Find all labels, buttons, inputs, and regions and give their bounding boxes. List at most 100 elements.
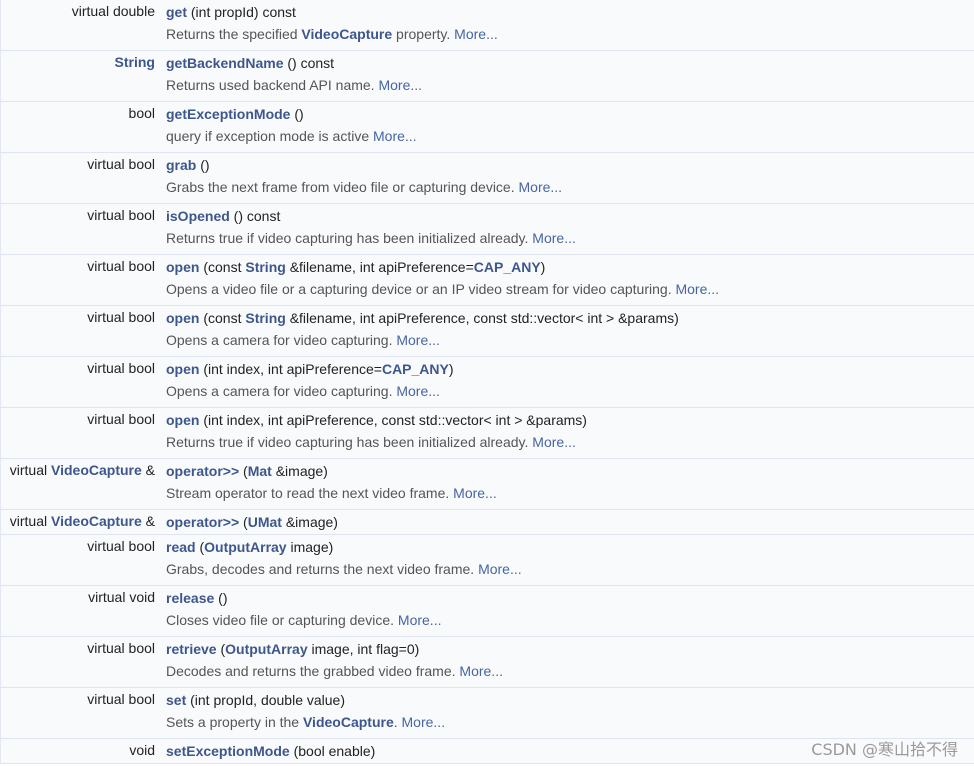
member-detail: operator>> (UMat &image)	[160, 510, 974, 534]
member-detail: getBackendName () const Returns used back…	[160, 51, 974, 101]
more-link[interactable]: More...	[398, 612, 442, 628]
member-detail: open (int index, int apiPreference=CAP_A…	[160, 357, 974, 407]
signature-link[interactable]: open	[166, 259, 199, 275]
member-row: String getBackendName () const Returns use…	[0, 51, 974, 102]
return-type-link[interactable]: String	[115, 54, 155, 70]
member-row: virtual bool isOpened () const Returns tru…	[0, 204, 974, 255]
watermark: CSDN @寒山拾不得	[811, 740, 958, 759]
return-type-link[interactable]: VideoCapture	[51, 513, 142, 529]
more-link[interactable]: More...	[396, 332, 440, 348]
member-detail: getExceptionMode () query if exception mo…	[160, 102, 974, 152]
return-type-text: virtual bool	[87, 411, 155, 427]
more-link[interactable]: More...	[396, 383, 440, 399]
description-text: Returns used backend API name.	[166, 77, 379, 93]
signature-link[interactable]: getBackendName	[166, 55, 284, 71]
description-text: Stream operator to read the next video f…	[166, 485, 454, 501]
member-row: virtual bool open (const String &filename…	[0, 306, 974, 357]
member-signature: open (int index, int apiPreference=CAP_A…	[166, 360, 974, 380]
more-link[interactable]: More...	[373, 128, 417, 144]
return-type-text: virtual double	[71, 3, 155, 19]
signature-text: () const	[283, 55, 335, 71]
signature-link[interactable]: operator>>	[166, 463, 239, 479]
description-link[interactable]: VideoCapture	[301, 26, 392, 42]
return-type-link[interactable]: VideoCapture	[51, 462, 142, 478]
signature-text: ()	[196, 157, 210, 173]
member-row: virtual bool grab () Grabs the next frame …	[0, 153, 974, 204]
signature-link[interactable]: isOpened	[166, 208, 230, 224]
description-text: Decodes and returns the grabbed video fr…	[166, 663, 460, 679]
description-link[interactable]: VideoCapture	[303, 714, 394, 730]
member-description: Grabs, decodes and returns the next vide…	[166, 558, 974, 580]
signature-link[interactable]: grab	[166, 157, 196, 173]
member-row: virtual bool open (int index, int apiPref…	[0, 408, 974, 459]
member-signature: release ()	[166, 589, 974, 609]
signature-text: )	[448, 361, 454, 377]
signature-link[interactable]: String	[245, 259, 285, 275]
signature-link[interactable]: setExceptionMode	[166, 743, 290, 759]
member-detail: set (int propId, double value) Sets a pro…	[160, 688, 974, 738]
signature-link[interactable]: getExceptionMode	[166, 106, 290, 122]
signature-link[interactable]: release	[166, 590, 214, 606]
member-row: virtual VideoCapture & operator>> (Mat &i…	[0, 459, 974, 510]
signature-link[interactable]: open	[166, 412, 199, 428]
signature-text: &filename, int apiPreference=	[285, 259, 474, 275]
member-row: virtual bool set (int propId, double valu…	[0, 688, 974, 739]
return-type-text: void	[129, 742, 155, 758]
return-type: virtual bool	[0, 535, 160, 585]
more-link[interactable]: More...	[532, 434, 576, 450]
member-signature: get (int propId) const	[166, 3, 974, 23]
more-link[interactable]: More...	[459, 663, 503, 679]
member-detail: release () Closes video file or capturing…	[160, 586, 974, 636]
signature-link[interactable]: OutputArray	[225, 641, 307, 657]
member-signature: getBackendName () const	[166, 54, 974, 74]
more-link[interactable]: More...	[532, 230, 576, 246]
signature-link[interactable]: Mat	[248, 463, 272, 479]
signature-text: )	[540, 259, 546, 275]
signature-link[interactable]: String	[245, 310, 285, 326]
more-link[interactable]: More...	[675, 281, 719, 297]
member-row: virtual bool retrieve (OutputArray image,…	[0, 637, 974, 688]
member-row: virtual VideoCapture & operator>> (UMat &…	[0, 510, 974, 535]
return-type: virtual bool	[0, 357, 160, 407]
description-text: Closes video file or capturing device.	[166, 612, 398, 628]
member-detail: open (const String &filename, int apiPre…	[160, 255, 974, 305]
return-type: void	[0, 739, 160, 763]
signature-link[interactable]: set	[166, 692, 186, 708]
more-link[interactable]: More...	[454, 26, 498, 42]
more-link[interactable]: More...	[519, 179, 563, 195]
signature-link[interactable]: open	[166, 310, 199, 326]
member-detail: grab () Grabs the next frame from video f…	[160, 153, 974, 203]
signature-link[interactable]: read	[166, 539, 196, 555]
return-type-text: &	[141, 513, 155, 529]
signature-link[interactable]: retrieve	[166, 641, 217, 657]
signature-link[interactable]: OutputArray	[204, 539, 286, 555]
signature-text: (const	[199, 259, 246, 275]
return-type-text: bool	[128, 105, 155, 121]
return-type-text: &	[141, 462, 155, 478]
signature-text: ()	[214, 590, 228, 606]
return-type: virtual bool	[0, 306, 160, 356]
member-description: Grabs the next frame from video file or …	[166, 176, 974, 198]
signature-link[interactable]: CAP_ANY	[474, 259, 541, 275]
signature-link[interactable]: CAP_ANY	[382, 361, 449, 377]
signature-link[interactable]: UMat	[248, 514, 282, 530]
member-signature: set (int propId, double value)	[166, 691, 974, 711]
return-type: virtual VideoCapture &	[0, 459, 160, 509]
description-text: Returns the specified	[166, 26, 302, 42]
signature-link[interactable]: get	[166, 4, 187, 20]
signature-text: &image)	[271, 463, 328, 479]
return-type-text: virtual	[9, 513, 51, 529]
member-description: Returns true if video capturing has been…	[166, 227, 974, 249]
more-link[interactable]: More...	[402, 714, 446, 730]
return-type: virtual double	[0, 0, 160, 50]
member-detail: open (const String &filename, int apiPre…	[160, 306, 974, 356]
signature-link[interactable]: operator>>	[166, 514, 239, 530]
more-link[interactable]: More...	[478, 561, 522, 577]
more-link[interactable]: More...	[378, 77, 422, 93]
signature-link[interactable]: open	[166, 361, 199, 377]
member-description: Closes video file or capturing device. M…	[166, 609, 974, 631]
return-type-text: virtual bool	[87, 360, 155, 376]
description-text: Sets a property in the	[166, 714, 303, 730]
more-link[interactable]: More...	[453, 485, 497, 501]
signature-text: (int index, int apiPreference=	[199, 361, 382, 377]
